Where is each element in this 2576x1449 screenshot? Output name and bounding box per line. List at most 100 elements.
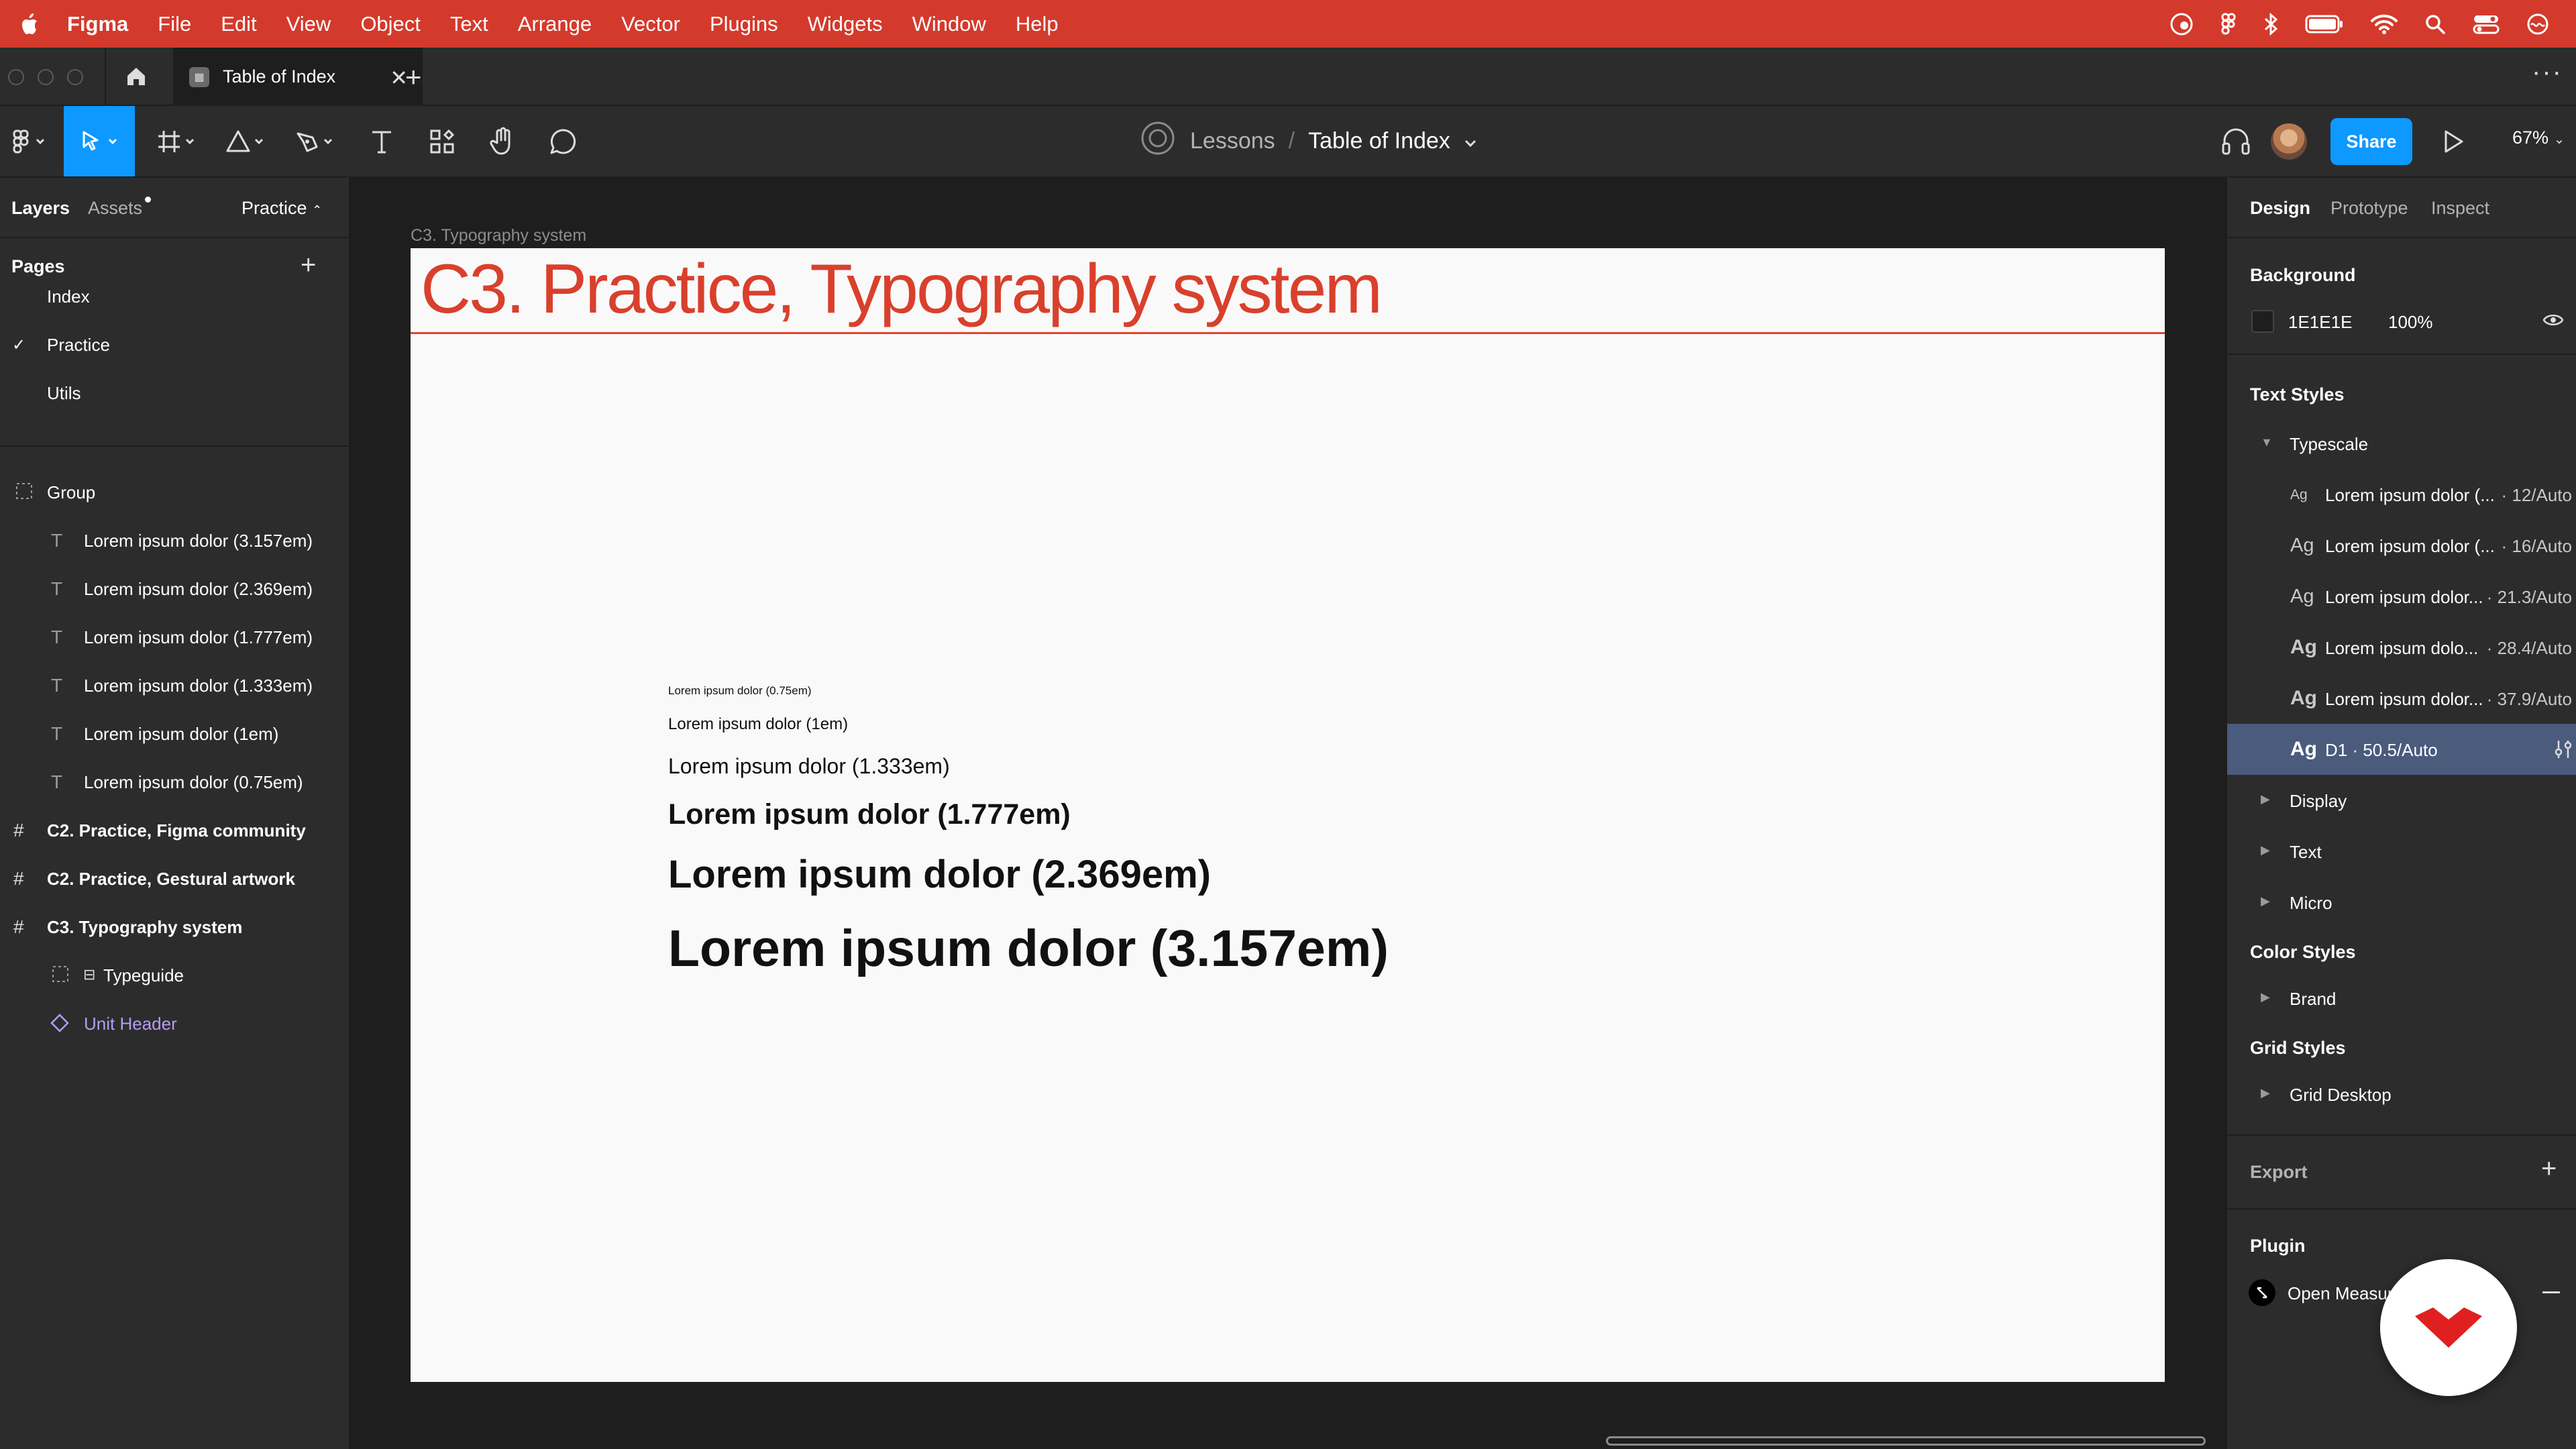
unit-header[interactable]: C3. Practice, Typography system [411,248,2165,334]
canvas[interactable]: C3. Typography system C3. Practice, Typo… [350,178,2226,1449]
background-opacity-input[interactable]: 100% [2388,312,2433,333]
text-tool-button[interactable] [361,106,402,176]
main-menu-button[interactable] [0,106,60,176]
tab-table-of-index[interactable]: ▦ Table of Index ✕ [173,48,423,106]
home-icon[interactable] [125,65,148,91]
search-icon[interactable] [2424,13,2446,35]
style-group-display[interactable]: ▶ Display [2227,775,2576,826]
style-group-text[interactable]: ▶ Text [2227,826,2576,877]
layer-unit-header[interactable]: Unit Header [0,1000,349,1048]
style-group-micro[interactable]: ▶ Micro [2227,877,2576,928]
plugin-name[interactable]: Open Measur [2288,1283,2394,1304]
text-style-21[interactable]: Ag Lorem ipsum dolor... · 21.3/Auto [2227,571,2576,622]
tab-assets[interactable]: Assets [88,198,142,219]
layer-frame-gestural-artwork[interactable]: # C2. Practice, Gestural artwork [0,855,349,903]
control-center-icon[interactable] [2473,13,2500,35]
tab-design[interactable]: Design [2250,198,2310,219]
sample-text-2369em[interactable]: Lorem ipsum dolor (2.369em) [668,852,1211,897]
more-options-icon[interactable]: ··· [2532,57,2563,87]
window-close-dot[interactable] [8,69,24,85]
layer-group[interactable]: Group [0,468,349,517]
move-tool-button[interactable] [64,106,135,176]
current-page-selector[interactable]: Practice ⌃ [241,198,322,219]
figma-status-icon[interactable] [2220,13,2237,36]
audio-headphones-icon[interactable] [2221,127,2251,159]
page-item-utils[interactable]: Utils [0,369,349,417]
menu-figma[interactable]: Figma [67,12,128,36]
wifi-icon[interactable] [2371,13,2398,35]
caret-right-icon: ▶ [2261,1086,2270,1099]
text-style-12[interactable]: Ag Lorem ipsum dolor (... · 12/Auto [2227,469,2576,520]
sample-text-3157em[interactable]: Lorem ipsum dolor (3.157em) [668,919,1389,979]
breadcrumb-file[interactable]: Table of Index [1308,128,1450,154]
chevron-down-icon[interactable] [1464,128,1477,154]
layer-frame-typography-system[interactable]: # C3. Typography system [0,903,349,951]
shape-tool-button[interactable] [218,106,278,176]
menu-arrange[interactable]: Arrange [518,12,592,36]
tab-prototype[interactable]: Prototype [2330,198,2408,219]
menu-view[interactable]: View [286,12,331,36]
text-style-16[interactable]: Ag Lorem ipsum dolor (... · 16/Auto [2227,520,2576,571]
tab-inspect[interactable]: Inspect [2431,198,2489,219]
layer-text-3157[interactable]: T Lorem ipsum dolor (3.157em) [0,517,349,565]
siri-icon[interactable] [2526,13,2549,36]
text-style-d1[interactable]: Ag D1 · 50.5/Auto [2227,724,2576,775]
style-group-typescale[interactable]: ▼ Typescale [2227,418,2576,469]
menu-edit[interactable]: Edit [221,12,256,36]
battery-icon[interactable] [2305,15,2344,34]
frame-tool-button[interactable] [149,106,209,176]
menu-object[interactable]: Object [360,12,421,36]
layer-frame-figma-community[interactable]: # C2. Practice, Figma community [0,806,349,855]
floating-badge[interactable] [2380,1259,2517,1396]
bluetooth-icon[interactable] [2263,12,2278,36]
layer-text-1333[interactable]: T Lorem ipsum dolor (1.333em) [0,661,349,710]
layer-typeguide[interactable]: ⊟ Typeguide [0,951,349,1000]
breadcrumb-team[interactable]: Lessons [1190,128,1275,154]
text-style-28[interactable]: Ag Lorem ipsum dolo... · 28.4/Auto [2227,622,2576,673]
style-group-grid-desktop[interactable]: ▶ Grid Desktop [2227,1069,2576,1120]
page-item-index[interactable]: Index [0,272,349,321]
pen-tool-button[interactable] [287,106,347,176]
layer-text-075[interactable]: T Lorem ipsum dolor (0.75em) [0,758,349,806]
sample-text-075em[interactable]: Lorem ipsum dolor (0.75em) [668,684,812,698]
page-item-practice[interactable]: ✓ Practice [0,321,349,369]
window-minimize-dot[interactable] [38,69,54,85]
menu-text[interactable]: Text [450,12,488,36]
apple-icon[interactable] [0,0,58,48]
menu-vector[interactable]: Vector [621,12,680,36]
hand-tool-button[interactable] [482,106,523,176]
typography-frame[interactable]: C3. Practice, Typography system Lorem ip… [411,248,2165,1382]
menu-plugins[interactable]: Plugins [710,12,778,36]
menu-file[interactable]: File [158,12,191,36]
avatar[interactable] [2271,123,2307,160]
menu-widgets[interactable]: Widgets [808,12,883,36]
layer-text-2369[interactable]: T Lorem ipsum dolor (2.369em) [0,565,349,613]
background-hex-input[interactable]: 1E1E1E [2288,312,2352,333]
sample-text-1777em[interactable]: Lorem ipsum dolor (1.777em) [668,798,1071,831]
edit-style-icon[interactable] [2553,739,2573,765]
horizontal-scrollbar[interactable] [1606,1436,2206,1446]
sample-text-1333em[interactable]: Lorem ipsum dolor (1.333em) [668,754,950,779]
sample-text-1em[interactable]: Lorem ipsum dolor (1em) [668,715,848,734]
text-style-37[interactable]: Ag Lorem ipsum dolor... · 37.9/Auto [2227,673,2576,724]
present-play-icon[interactable] [2442,129,2465,158]
new-tab-plus-icon[interactable]: + [405,61,422,93]
zoom-level[interactable]: 67% ⌄ [2512,127,2565,148]
remove-plugin-minus-icon[interactable] [2542,1291,2560,1293]
layer-text-1777[interactable]: T Lorem ipsum dolor (1.777em) [0,613,349,661]
style-group-brand[interactable]: ▶ Brand [2227,973,2576,1024]
resources-tool-button[interactable] [421,106,463,176]
eye-icon[interactable] [2542,312,2564,331]
layer-text-1em[interactable]: T Lorem ipsum dolor (1em) [0,710,349,758]
background-color-swatch[interactable] [2251,310,2274,333]
add-export-plus-icon[interactable]: + [2541,1154,2557,1184]
menu-help[interactable]: Help [1016,12,1059,36]
frame-label[interactable]: C3. Typography system [411,226,586,246]
menu-window[interactable]: Window [912,12,986,36]
team-avatar-icon[interactable] [1140,121,1175,162]
creative-cloud-icon[interactable] [2169,12,2194,36]
window-zoom-dot[interactable] [67,69,83,85]
share-button[interactable]: Share [2330,118,2412,165]
tab-layers[interactable]: Layers [11,198,70,219]
comment-tool-button[interactable] [542,106,584,176]
